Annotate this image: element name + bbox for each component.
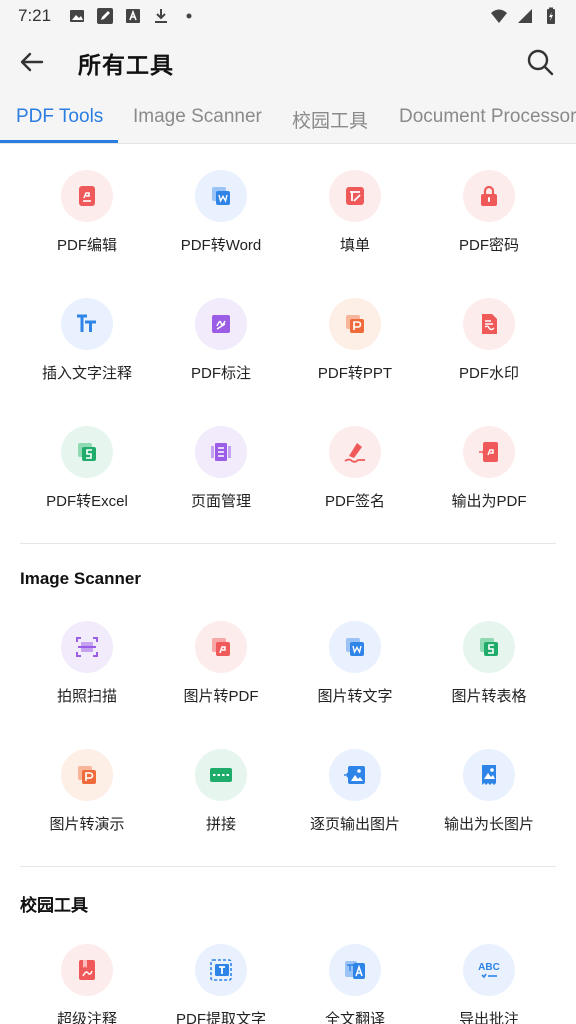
tool-label: PDF转PPT xyxy=(317,365,393,382)
tool-label: PDF标注 xyxy=(190,365,251,382)
tool-label: PDF编辑 xyxy=(56,237,117,254)
image-to-ppt-icon xyxy=(78,766,96,784)
tool-image-to-pdf[interactable]: 图片转PDF xyxy=(154,621,288,731)
image-to-pdf-icon xyxy=(212,638,230,656)
search-icon[interactable] xyxy=(524,46,556,78)
watermark-icon xyxy=(482,314,497,334)
download-icon xyxy=(155,9,167,23)
tool-label: 图片转表格 xyxy=(451,688,527,705)
tool-export-annotations[interactable]: ABC 导出批注 xyxy=(422,944,556,1024)
status-time: 7:21 xyxy=(18,6,52,25)
tool-label: PDF转Excel xyxy=(46,493,128,510)
pdf-edit-icon xyxy=(79,186,95,206)
tool-image-to-sheet[interactable]: 图片转表格 xyxy=(422,621,556,731)
tool-pdf-signature[interactable]: PDF签名 xyxy=(288,426,422,536)
tool-pdf-to-ppt[interactable]: PDF转PPT xyxy=(288,298,422,408)
tool-image-to-text[interactable]: 图片转文字 xyxy=(288,621,422,731)
tool-label: 超级注释 xyxy=(56,1011,117,1024)
export-images-icon xyxy=(344,766,365,784)
fill-form-icon xyxy=(346,187,364,205)
tool-page-manage[interactable]: 页面管理 xyxy=(154,426,288,536)
tool-pdf-watermark[interactable]: PDF水印 xyxy=(422,298,556,408)
page-title: 所有工具 xyxy=(78,52,174,78)
app-bar: 所有工具 xyxy=(0,32,576,92)
image-notification-icon xyxy=(70,10,84,22)
font-notification-icon xyxy=(126,9,140,23)
tool-label: 全文翻译 xyxy=(324,1011,385,1024)
tool-pdf-password[interactable]: PDF密码 xyxy=(422,170,556,280)
text-insert-icon xyxy=(77,314,96,332)
section-title-campus-tools: 校园工具 xyxy=(20,896,88,915)
signature-icon xyxy=(344,443,365,463)
edit-notification-icon xyxy=(97,8,113,24)
tool-label: 拼接 xyxy=(205,816,236,833)
tab-pdf-tools[interactable]: PDF Tools xyxy=(16,106,103,128)
tool-label: 图片转PDF xyxy=(183,688,259,705)
tool-label: 逐页输出图片 xyxy=(309,816,400,833)
status-bar: 7:21 xyxy=(0,0,576,32)
active-tab-indicator xyxy=(0,140,118,143)
tool-export-pdf[interactable]: 输出为PDF xyxy=(422,426,556,536)
tool-label: 输出为长图片 xyxy=(443,816,534,833)
tool-fill-form[interactable]: 填单 xyxy=(288,170,422,280)
tool-label: PDF密码 xyxy=(458,237,519,254)
tool-pdf-to-excel[interactable]: PDF转Excel xyxy=(20,426,154,536)
long-image-icon xyxy=(482,765,496,785)
tool-label: 填单 xyxy=(339,237,370,254)
tool-pdf-annotate[interactable]: PDF标注 xyxy=(154,298,288,408)
tool-label: PDF转Word xyxy=(180,237,262,254)
pdf-to-word-icon xyxy=(212,187,230,205)
tab-document-processor[interactable]: Document Processor xyxy=(399,106,576,128)
tool-label: PDF提取文字 xyxy=(175,1011,266,1024)
pdf-to-ppt-icon xyxy=(346,315,364,333)
tool-long-image[interactable]: 输出为长图片 xyxy=(422,749,556,859)
dot-icon xyxy=(186,13,192,19)
signal-icon xyxy=(518,9,532,23)
battery-icon xyxy=(547,7,555,24)
wifi-icon xyxy=(491,9,507,23)
tool-super-annotate[interactable]: 超级注释 xyxy=(20,944,154,1024)
lock-icon xyxy=(481,185,497,206)
pdf-to-excel-icon xyxy=(78,443,96,461)
tab-image-scanner[interactable]: Image Scanner xyxy=(133,106,262,128)
tool-pdf-edit[interactable]: PDF编辑 xyxy=(20,170,154,280)
image-to-text-icon xyxy=(346,638,364,656)
extract-text-icon xyxy=(210,959,232,981)
tool-translate[interactable]: 全文翻译 xyxy=(288,944,422,1024)
tool-label: PDF水印 xyxy=(458,365,519,382)
super-annotate-icon xyxy=(79,960,95,980)
section-title-image-scanner: Image Scanner xyxy=(20,569,141,588)
tool-label: 插入文字注释 xyxy=(41,365,132,382)
page-manage-icon xyxy=(211,443,231,461)
tool-export-page-images[interactable]: 逐页输出图片 xyxy=(288,749,422,859)
tool-label: 拍照扫描 xyxy=(56,688,117,705)
tool-stitch[interactable]: 拼接 xyxy=(154,749,288,859)
spellcheck-icon: ABC xyxy=(478,962,500,979)
translate-icon xyxy=(345,961,365,979)
tool-label: 输出为PDF xyxy=(451,493,527,510)
annotate-icon xyxy=(212,315,230,333)
tool-label: 图片转文字 xyxy=(317,688,393,705)
tool-image-to-ppt[interactable]: 图片转演示 xyxy=(20,749,154,859)
back-arrow-icon[interactable] xyxy=(16,46,48,78)
tool-extract-text[interactable]: PDF提取文字 xyxy=(154,944,288,1024)
tool-label: PDF签名 xyxy=(324,493,385,510)
section-divider xyxy=(20,866,556,867)
tool-photo-scan[interactable]: 拍照扫描 xyxy=(20,621,154,731)
stitch-icon xyxy=(210,768,232,782)
scan-icon xyxy=(76,637,98,657)
svg-text:ABC: ABC xyxy=(478,962,500,973)
image-to-sheet-icon xyxy=(480,638,498,656)
tab-bar: PDF Tools Image Scanner 校园工具 Document Pr… xyxy=(0,92,576,144)
tool-label: 页面管理 xyxy=(190,493,251,510)
tool-label: 图片转演示 xyxy=(49,816,125,833)
tool-label: 导出批注 xyxy=(458,1011,519,1024)
export-pdf-icon xyxy=(479,442,498,462)
tab-campus-tools[interactable]: 校园工具 xyxy=(292,106,368,133)
section-divider xyxy=(20,543,556,544)
tool-insert-text[interactable]: 插入文字注释 xyxy=(20,298,154,408)
tool-pdf-to-word[interactable]: PDF转Word xyxy=(154,170,288,280)
